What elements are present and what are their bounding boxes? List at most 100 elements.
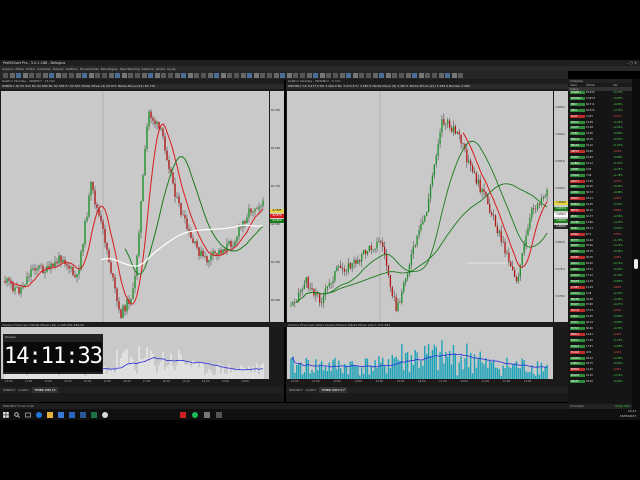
toolbar-button[interactable]	[42, 72, 48, 78]
toolbar-button[interactable]	[75, 72, 81, 78]
toolbar-button[interactable]	[214, 72, 220, 78]
toolbar-button[interactable]	[161, 72, 167, 78]
quote-row[interactable]: LREN3 30,72 +0,98%	[570, 191, 630, 195]
toolbar-button[interactable]	[372, 72, 378, 78]
search-icon[interactable]	[14, 411, 20, 418]
chart-tab[interactable]: TIMBR WDO 5 F	[319, 387, 348, 393]
task-view-icon[interactable]	[25, 412, 31, 418]
excel-icon[interactable]	[91, 411, 97, 418]
quote-row[interactable]: SUZB5 12,80 +0,23%	[570, 220, 630, 224]
quote-row[interactable]: USIM5 4,55 +2,25%	[570, 167, 630, 171]
toolbar-button[interactable]	[194, 72, 200, 78]
quote-row[interactable]: BVMF3 22,84 +0,88%	[570, 155, 630, 159]
chrome-icon[interactable]	[102, 411, 108, 418]
quote-row[interactable]: VALE5 27,48 +2,04%	[570, 126, 630, 130]
spotify-icon[interactable]	[192, 411, 198, 418]
toolbar-button[interactable]	[352, 72, 358, 78]
quote-row[interactable]: ABEV3 18,60 -0,32%	[570, 150, 630, 153]
toolbar-button[interactable]	[306, 72, 312, 78]
quote-row[interactable]: RENT3 33,21 -0,45%	[570, 197, 630, 201]
toolbar-button[interactable]	[451, 72, 457, 78]
chart-tab[interactable]: WINM17	[3, 387, 16, 393]
toolbar-button[interactable]	[247, 72, 253, 78]
quote-row[interactable]: VIVT4 46,19 +0,09%	[570, 321, 630, 325]
chart-tab[interactable]: Gráfico	[19, 387, 30, 393]
col-ultimo[interactable]: Último	[586, 83, 595, 87]
quote-row[interactable]: CIEL3 26,40 +0,42%	[570, 185, 630, 189]
quote-row[interactable]: IND$ 62.870 +0,73%	[570, 108, 630, 112]
toolbar-button[interactable]	[339, 72, 345, 78]
right-volume-chart[interactable]	[287, 327, 553, 379]
toolbar-button[interactable]	[9, 72, 15, 78]
toolbar-button[interactable]	[366, 72, 371, 78]
toolbar-button[interactable]	[253, 72, 259, 78]
quote-row[interactable]: ELET3 15,62 +1,76%	[570, 238, 630, 242]
start-icon[interactable]	[3, 411, 9, 418]
toolbar-button[interactable]	[55, 72, 61, 78]
toolbar-button[interactable]	[227, 72, 233, 78]
app-icon[interactable]	[204, 411, 210, 418]
word-icon[interactable]	[80, 411, 86, 418]
toolbar-button[interactable]	[201, 72, 206, 78]
toolbar-button[interactable]	[319, 72, 325, 78]
quote-row[interactable]: WDON17 3.287,5 +0,30%	[570, 96, 630, 100]
quote-row[interactable]: HYPE3 30,05 -0,20%	[570, 256, 630, 260]
toolbar-button[interactable]	[333, 72, 338, 78]
quote-row[interactable]: CPFE3 25,76 +0,39%	[570, 250, 630, 254]
toolbar-button[interactable]	[280, 72, 286, 78]
toolbar-button[interactable]	[115, 72, 121, 78]
store-icon[interactable]	[58, 411, 64, 418]
profitchart-icon[interactable]	[180, 411, 186, 418]
quote-row[interactable]: EMBR3 16,05 +0,31%	[570, 203, 630, 207]
quote-row[interactable]: TIMP3 10,05 +0,60%	[570, 315, 630, 319]
toolbar-button[interactable]	[16, 72, 22, 78]
toolbar-button[interactable]	[148, 72, 154, 78]
scroll-thumb[interactable]	[634, 259, 638, 269]
toolbar-button[interactable]	[108, 72, 114, 78]
quote-row[interactable]: EQTL3 60,90 +0,33%	[570, 327, 630, 330]
toolbar-button[interactable]	[62, 72, 68, 78]
toolbar-button[interactable]	[273, 72, 279, 78]
toolbar-button[interactable]	[405, 72, 411, 78]
col-var[interactable]: Var.	[613, 83, 618, 87]
toolbar-button[interactable]	[445, 72, 451, 78]
toolbar-button[interactable]	[412, 72, 418, 78]
quote-row[interactable]: FIBR3 28,14 +0,61%	[570, 226, 630, 230]
quote-row[interactable]: ENBR3 14,20 -0,35%	[570, 368, 630, 372]
toolbar-button[interactable]	[260, 72, 266, 78]
toolbar-button[interactable]	[346, 72, 352, 78]
chart-tab[interactable]: WDON17	[289, 387, 303, 393]
quote-row[interactable]: BBDC4 30,36 +0,53%	[570, 138, 630, 142]
toolbar-button[interactable]	[187, 72, 193, 78]
toolbar-button[interactable]	[267, 72, 272, 78]
toolbar-button[interactable]	[95, 72, 101, 78]
quote-row[interactable]: ESTC3 17,35 +1,05%	[570, 338, 630, 342]
toolbar-button[interactable]	[234, 72, 239, 78]
quote-row[interactable]: SANB11 28,52 +0,49%	[570, 356, 630, 360]
quote-row[interactable]: WINM17 62.870 +0,73%	[570, 91, 630, 94]
quote-row[interactable]: QUAL3 17,87 +0,68%	[570, 344, 630, 348]
quote-row[interactable]: CSNA3 7,66 +1,19%	[570, 173, 630, 177]
toolbar-button[interactable]	[29, 72, 35, 78]
toolbar-button[interactable]	[82, 72, 88, 78]
toolbar-button[interactable]	[69, 72, 74, 78]
toolbar-button[interactable]	[88, 72, 94, 78]
quote-row[interactable]: GGBR4 10,12 +1,91%	[570, 161, 630, 165]
quote-row[interactable]: CCRO3 17,22 +1,30%	[570, 273, 630, 277]
chart-tab[interactable]: Gráfico	[306, 387, 317, 393]
edge-icon[interactable]	[36, 411, 42, 418]
quote-row[interactable]: ECOR3 9,81 -0,10%	[570, 350, 630, 354]
chart-tab[interactable]: TIMBR WIN 15	[32, 387, 58, 393]
quote-row[interactable]: SBSP3 33,90 +0,12%	[570, 244, 630, 248]
toolbar-button[interactable]	[399, 72, 404, 78]
toolbar-button[interactable]	[102, 72, 107, 78]
mail-icon[interactable]	[69, 411, 75, 418]
quote-row[interactable]: ITUB4 37,90 +0,66%	[570, 132, 630, 136]
quote-row[interactable]: IBOV 62.711 +0,82%	[570, 102, 630, 106]
app-icon-2[interactable]	[216, 411, 222, 418]
toolbar-button[interactable]	[425, 72, 431, 78]
quote-row[interactable]: MGLU3 22,10 +3,12%	[570, 374, 630, 378]
quote-row[interactable]: UGPA3 72,51 +0,26%	[570, 268, 630, 271]
quote-row[interactable]: DOLF 3.287 -0,12%	[570, 114, 630, 118]
toolbar-button[interactable]	[438, 72, 444, 78]
